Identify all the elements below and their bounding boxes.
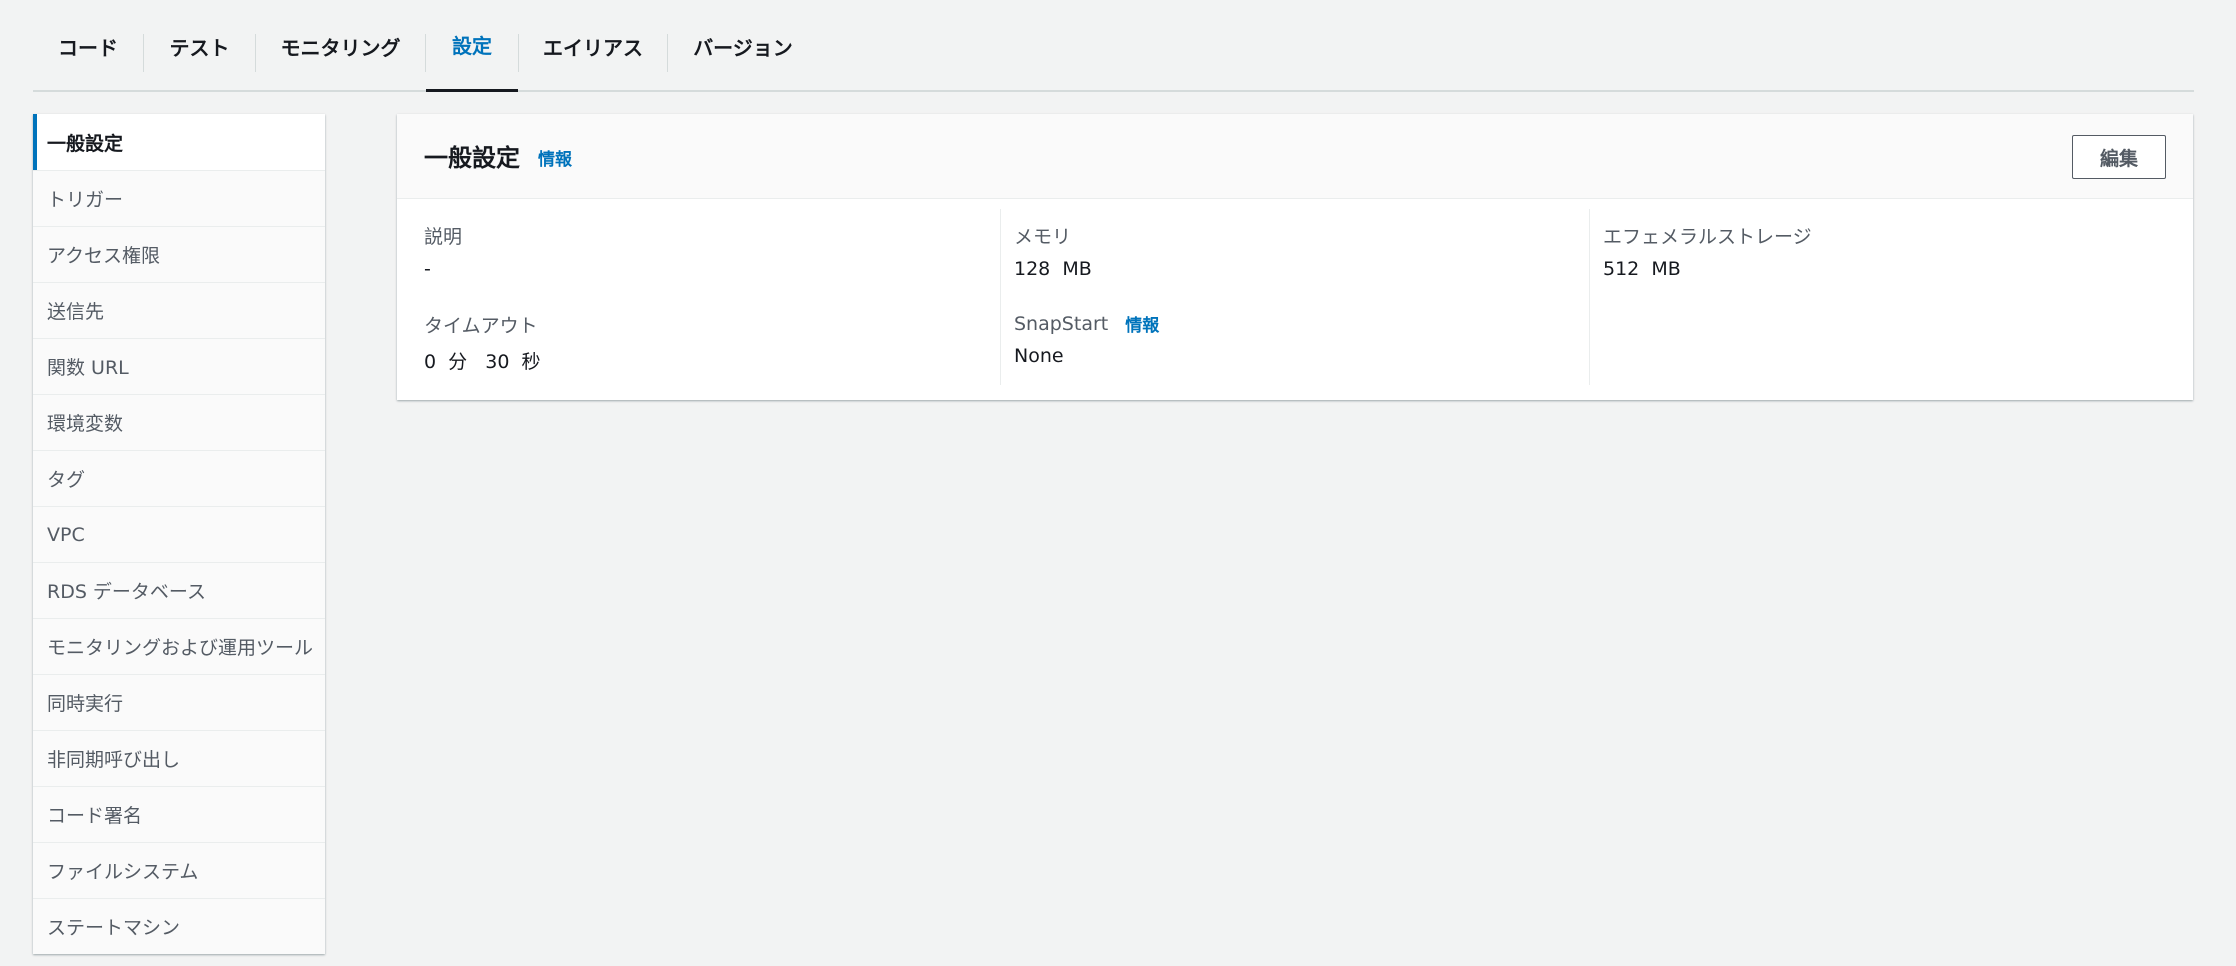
sidebar-item-async-invocation[interactable]: 非同期呼び出し — [33, 730, 325, 786]
snapstart-label-row: SnapStart 情報 — [1014, 311, 1159, 337]
ephemeral-storage-value: 512 MB — [1603, 258, 1681, 280]
timeout-value: 0 分 30 秒 — [424, 351, 541, 373]
sidebar-item-monitoring-tools[interactable]: モニタリングおよび運用ツール — [33, 618, 325, 674]
tab-aliases[interactable]: エイリアス — [519, 0, 667, 92]
edit-button[interactable]: 編集 — [2072, 135, 2166, 179]
memory-field: メモリ 128 MB — [1014, 222, 1092, 280]
sidebar-item-permissions[interactable]: アクセス権限 — [33, 226, 325, 282]
timeout-label: タイムアウト — [424, 315, 538, 337]
tab-monitoring[interactable]: モニタリング — [256, 0, 425, 92]
description-field: 説明 - — [424, 222, 462, 280]
memory-value: 128 MB — [1014, 258, 1092, 280]
snapstart-info-link[interactable]: 情報 — [1125, 311, 1159, 336]
sidebar-item-tags[interactable]: タグ — [33, 450, 325, 506]
ephemeral-storage-field: エフェメラルストレージ 512 MB — [1603, 222, 1812, 280]
tab-code[interactable]: コード — [33, 0, 143, 92]
description-value: - — [424, 258, 431, 280]
sidebar-item-concurrency[interactable]: 同時実行 — [33, 674, 325, 730]
tab-configuration[interactable]: 設定 — [426, 0, 518, 92]
ephemeral-storage-label: エフェメラルストレージ — [1603, 226, 1812, 248]
general-configuration-panel: 一般設定 情報 編集 説明 - タイムアウト 0 分 30 秒 メモリ 128 … — [397, 114, 2193, 400]
function-tabs: コード テスト モニタリング 設定 エイリアス バージョン — [33, 0, 2194, 92]
sidebar-item-code-signing[interactable]: コード署名 — [33, 786, 325, 842]
configuration-sidebar: 一般設定 トリガー アクセス権限 送信先 関数 URL 環境変数 タグ VPC … — [33, 114, 325, 954]
panel-title: 一般設定 — [424, 144, 520, 172]
timeout-field: タイムアウト 0 分 30 秒 — [424, 311, 541, 374]
snapstart-field: SnapStart 情報 None — [1014, 311, 1159, 368]
snapstart-value: None — [1014, 345, 1064, 367]
panel-header: 一般設定 情報 編集 — [397, 114, 2193, 199]
column-divider — [1000, 209, 1001, 385]
sidebar-item-state-machines[interactable]: ステートマシン — [33, 898, 325, 954]
description-label: 説明 — [424, 226, 463, 248]
sidebar-item-environment-variables[interactable]: 環境変数 — [33, 394, 325, 450]
sidebar-item-triggers[interactable]: トリガー — [33, 170, 325, 226]
sidebar-item-vpc[interactable]: VPC — [33, 506, 325, 562]
info-link[interactable]: 情報 — [538, 145, 572, 170]
sidebar-item-general-configuration[interactable]: 一般設定 — [33, 114, 325, 170]
sidebar-item-rds-databases[interactable]: RDS データベース — [33, 562, 325, 618]
column-divider — [1589, 209, 1590, 385]
snapstart-label: SnapStart — [1014, 312, 1109, 335]
memory-label: メモリ — [1014, 226, 1072, 248]
tab-versions[interactable]: バージョン — [668, 0, 818, 92]
sidebar-item-function-url[interactable]: 関数 URL — [33, 338, 325, 394]
tab-test[interactable]: テスト — [144, 0, 255, 92]
sidebar-item-file-systems[interactable]: ファイルシステム — [33, 842, 325, 898]
sidebar-item-destinations[interactable]: 送信先 — [33, 282, 325, 338]
